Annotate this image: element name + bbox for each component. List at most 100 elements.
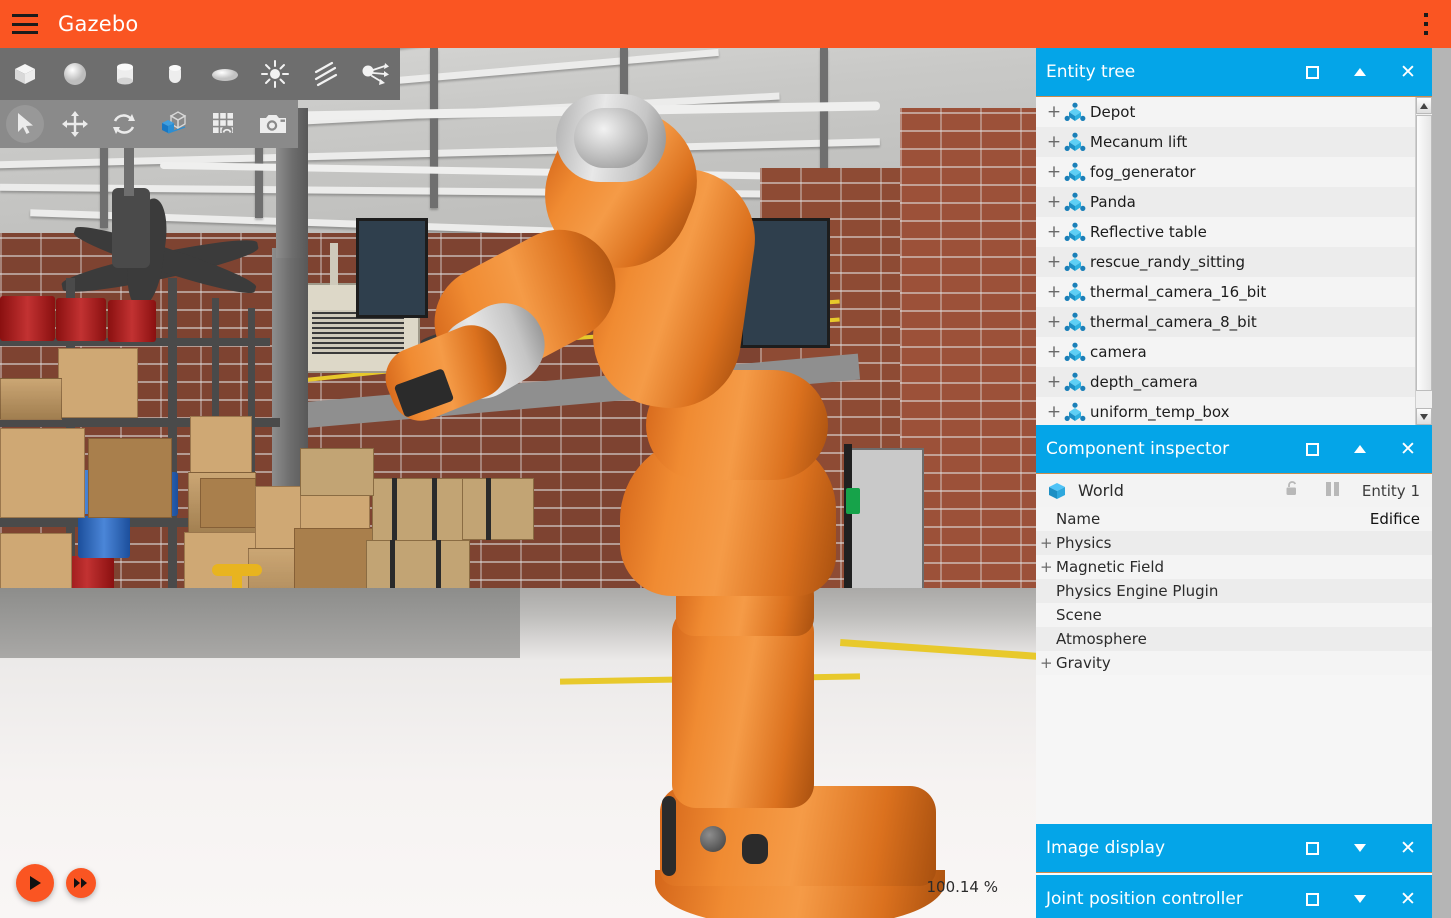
expand-plus-icon[interactable]: + xyxy=(1040,534,1054,552)
expand-plus-icon[interactable]: + xyxy=(1046,102,1062,122)
screenshot-tool-icon[interactable] xyxy=(248,100,298,148)
model-node-icon xyxy=(1064,222,1086,242)
box-shape-icon[interactable] xyxy=(0,48,50,100)
component-label: Gravity xyxy=(1056,654,1420,672)
expand-plus-icon[interactable]: + xyxy=(1046,162,1062,182)
dock-square-icon[interactable] xyxy=(1288,824,1336,873)
entity-tree-row[interactable]: + uniform_temp_box xyxy=(1036,397,1432,425)
dock-square-icon[interactable] xyxy=(1288,425,1336,474)
cardboard-box xyxy=(190,416,252,476)
rotate-tool-icon[interactable] xyxy=(99,100,149,148)
model-node-icon xyxy=(1064,132,1086,152)
expand-plus-icon[interactable]: + xyxy=(1046,252,1062,272)
hamburger-menu-icon[interactable] xyxy=(12,14,38,34)
translate-tool-icon[interactable] xyxy=(50,100,100,148)
entity-tree-row[interactable]: +depth_camera xyxy=(1036,367,1432,397)
entity-tree-list[interactable]: +Depot+Mecanum lift+fog_generator+Panda+… xyxy=(1036,97,1432,425)
pause-icon[interactable] xyxy=(1324,481,1342,501)
play-button[interactable] xyxy=(16,864,54,902)
component-inspector-row[interactable]: Atmosphere xyxy=(1036,627,1432,651)
unlock-icon[interactable] xyxy=(1284,480,1302,502)
directional-light-icon[interactable] xyxy=(300,48,350,100)
page-title: Gazebo xyxy=(58,12,138,36)
expand-plus-icon[interactable]: + xyxy=(1046,222,1062,242)
entity-id-label: Entity 1 xyxy=(1362,482,1420,500)
step-button[interactable] xyxy=(66,868,96,898)
expand-plus-icon[interactable]: + xyxy=(1040,654,1054,672)
point-light-icon[interactable] xyxy=(250,48,300,100)
entity-tree-row[interactable]: +Depot xyxy=(1036,97,1432,127)
expand-plus-icon[interactable]: + xyxy=(1046,372,1062,392)
model-node-icon xyxy=(1064,252,1086,272)
capsule-shape-icon[interactable] xyxy=(150,48,200,100)
entity-tree-label: rescue_randy_sitting xyxy=(1090,253,1245,271)
cylinder-shape-icon[interactable] xyxy=(100,48,150,100)
component-label: Name xyxy=(1056,510,1370,528)
entity-tree-scrollbar[interactable] xyxy=(1415,97,1432,425)
entity-tree-row[interactable]: + rescue_randy_sitting xyxy=(1036,247,1432,277)
expand-down-icon[interactable] xyxy=(1336,824,1384,873)
panel-component-inspector: Component inspector ✕ World xyxy=(1036,425,1432,824)
close-icon[interactable]: ✕ xyxy=(1384,425,1432,474)
model-node-icon xyxy=(1064,282,1086,302)
expand-plus-icon[interactable]: + xyxy=(1046,402,1062,422)
select-tool-icon[interactable] xyxy=(0,100,50,148)
component-inspector-header: Component inspector ✕ xyxy=(1036,425,1432,474)
ellipsoid-shape-icon[interactable] xyxy=(200,48,250,100)
component-inspector-row[interactable]: +Gravity xyxy=(1036,651,1432,675)
expand-plus-icon[interactable]: + xyxy=(1046,282,1062,302)
entity-tree-row[interactable]: +fog_generator xyxy=(1036,157,1432,187)
component-label: Physics xyxy=(1056,534,1420,552)
dock-edge-rail xyxy=(1432,48,1451,918)
snap-to-grid-tool-icon[interactable] xyxy=(199,100,249,148)
expand-down-icon[interactable] xyxy=(1336,875,1384,918)
close-icon[interactable]: ✕ xyxy=(1384,824,1432,873)
expand-plus-icon[interactable]: + xyxy=(1046,132,1062,152)
transform-control-tool-icon[interactable] xyxy=(149,100,199,148)
component-value: Edifice xyxy=(1370,510,1432,528)
right-dock: Entity tree ✕ +Depot+Mecanum lift+fog_ge… xyxy=(1036,48,1451,918)
entity-tree-label: thermal_camera_16_bit xyxy=(1090,283,1266,301)
entity-tree-row[interactable]: + thermal_camera_16_bit xyxy=(1036,277,1432,307)
entity-tree-label: uniform_temp_box xyxy=(1090,403,1230,421)
image-display-header[interactable]: Image display ✕ xyxy=(1036,824,1432,873)
kebab-menu-icon[interactable] xyxy=(1415,13,1437,35)
entity-tree-row[interactable]: + Panda xyxy=(1036,187,1432,217)
expand-plus-icon[interactable]: + xyxy=(1046,192,1062,212)
joint-position-controller-header[interactable]: Joint position controller ✕ xyxy=(1036,875,1432,918)
component-inspector-row[interactable]: +Magnetic Field xyxy=(1036,555,1432,579)
collapse-up-icon[interactable] xyxy=(1336,48,1384,97)
title-bar: Gazebo xyxy=(0,0,1451,48)
dock-square-icon[interactable] xyxy=(1288,875,1336,918)
expand-plus-icon[interactable]: + xyxy=(1046,312,1062,332)
component-label: Physics Engine Plugin xyxy=(1056,582,1420,600)
spot-light-icon[interactable] xyxy=(350,48,400,100)
sphere-shape-icon[interactable] xyxy=(50,48,100,100)
scroll-down-arrow-icon[interactable] xyxy=(1416,408,1432,425)
component-inspector-empty-area xyxy=(1036,675,1432,824)
model-node-icon xyxy=(1064,312,1086,332)
expand-plus-icon[interactable]: + xyxy=(1046,342,1062,362)
expand-plus-icon[interactable]: + xyxy=(1040,558,1054,576)
entity-tree-label: thermal_camera_8_bit xyxy=(1090,313,1257,331)
gazebo-window: Gazebo xyxy=(0,0,1451,918)
close-icon[interactable]: ✕ xyxy=(1384,875,1432,918)
component-inspector-row[interactable]: +Physics xyxy=(1036,531,1432,555)
entity-tree-header: Entity tree ✕ xyxy=(1036,48,1432,97)
component-inspector-row[interactable]: Scene xyxy=(1036,603,1432,627)
entity-tree-row[interactable]: + thermal_camera_8_bit xyxy=(1036,307,1432,337)
close-icon[interactable]: ✕ xyxy=(1384,48,1432,97)
entity-tree-row[interactable]: +Reflective table xyxy=(1036,217,1432,247)
dock-square-icon[interactable] xyxy=(1288,48,1336,97)
entity-tree-row[interactable]: +Mecanum lift xyxy=(1036,127,1432,157)
model-node-icon xyxy=(1064,102,1086,122)
entity-tree-row[interactable]: + camera xyxy=(1036,337,1432,367)
component-inspector-row[interactable]: Physics Engine Plugin xyxy=(1036,579,1432,603)
entity-tree-label: Panda xyxy=(1090,193,1136,211)
collapse-up-icon[interactable] xyxy=(1336,425,1384,474)
entity-tree-label: camera xyxy=(1090,343,1147,361)
component-inspector-row[interactable]: NameEdifice xyxy=(1036,507,1432,531)
render-viewport[interactable]: 100.14 % xyxy=(0,48,1036,918)
scrollbar-thumb[interactable] xyxy=(1416,115,1432,391)
scroll-up-arrow-icon[interactable] xyxy=(1416,97,1432,114)
